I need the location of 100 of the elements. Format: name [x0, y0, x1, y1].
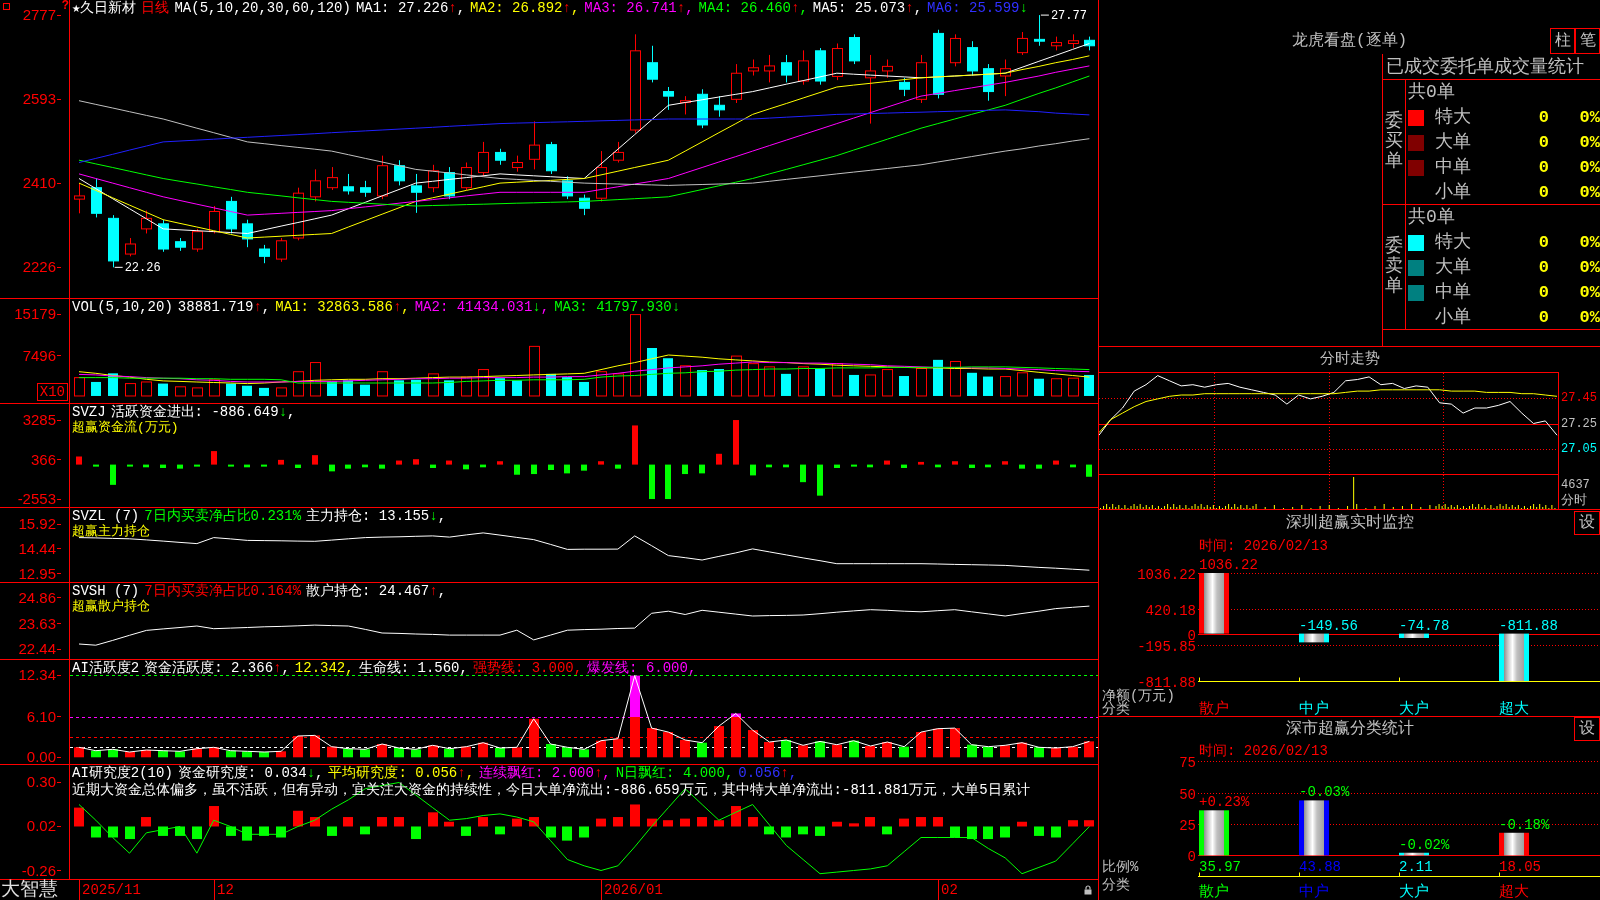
- chart-bar: [1499, 633, 1529, 682]
- fund-flow-bar: [699, 464, 705, 474]
- date-label: 12: [214, 880, 234, 900]
- settings-button[interactable]: 设: [1574, 717, 1600, 741]
- volume-bar: [613, 373, 624, 397]
- candlestick: [226, 196, 237, 234]
- research-bar: [108, 826, 118, 838]
- axis-label: 23.63: [18, 616, 61, 631]
- activity-bar: [983, 746, 993, 758]
- bar-value-label: 35.97: [1199, 859, 1241, 875]
- activity-bar: [882, 742, 892, 758]
- fund-flow-bar: [295, 464, 301, 468]
- fund-flow-bar: [177, 464, 183, 469]
- research-bar: [882, 826, 892, 835]
- settings-button[interactable]: 设: [1574, 511, 1600, 535]
- candlestick: [882, 59, 893, 79]
- research-bar: [327, 826, 337, 836]
- order-count: 0: [1537, 257, 1549, 279]
- fund-flow-bar: [649, 464, 655, 500]
- price-annotation: 22.26: [114, 261, 161, 276]
- fund-flow-bar: [1002, 461, 1008, 465]
- fund-flow-bar: [952, 461, 958, 465]
- fund-flow-bar: [834, 464, 840, 468]
- volume-bar: [461, 376, 472, 397]
- research-bar: [360, 826, 370, 835]
- order-size-label: 特大: [1435, 231, 1472, 254]
- chart-bar: [1399, 633, 1429, 638]
- fund-flow-bar: [312, 455, 318, 465]
- order-count: 0: [1537, 132, 1549, 154]
- legend-item: SVZL (7): [72, 508, 140, 524]
- order-size-label: 中单: [1435, 156, 1472, 179]
- candlestick: [849, 33, 860, 65]
- axis-label: 22.44: [18, 642, 61, 657]
- order-count: 0: [1537, 232, 1549, 254]
- activity-bar: [1000, 745, 1010, 758]
- volume-bar: [882, 369, 893, 397]
- volume-bar: [343, 380, 353, 396]
- chart-bar: [1199, 810, 1229, 856]
- brand-name: 大智慧: [1, 880, 58, 900]
- research-bar: [832, 821, 842, 827]
- candlestick: [832, 43, 843, 81]
- activity-bar: [192, 748, 202, 758]
- activity-bar: [428, 745, 438, 758]
- legend-item: MA3: 26.741↑,: [584, 0, 694, 16]
- activity-bar: [596, 740, 606, 758]
- candlestick: [360, 180, 371, 198]
- activity-bar: [478, 742, 488, 758]
- fund-flow-bar: [1036, 464, 1042, 469]
- research-bar: [764, 826, 774, 835]
- activity-bar: [411, 749, 421, 758]
- candlestick: [680, 95, 691, 115]
- axis-label: 0.02: [26, 819, 61, 834]
- research-bar: [141, 817, 151, 827]
- activity-bar: [360, 749, 370, 758]
- change-label: +0.23%: [1199, 794, 1250, 811]
- research-bar: [815, 826, 825, 836]
- axis-label: 0.00: [26, 750, 61, 764]
- volume-bar: [411, 379, 421, 396]
- volume-bar: [394, 380, 404, 396]
- timestamp: 时间: 2026/02/13: [1199, 743, 1328, 759]
- lock-icon[interactable]: [1084, 885, 1092, 895]
- research-bar: [74, 807, 84, 827]
- activity-bar: [1068, 746, 1078, 758]
- chart-mode-button[interactable]: 笔: [1575, 28, 1600, 54]
- fund-flow-bar: [632, 425, 638, 465]
- fund-flow-bar: [867, 464, 873, 468]
- order-percent: 0%: [1578, 232, 1600, 254]
- volume-bar: [1034, 378, 1044, 396]
- activity-bar: [748, 730, 758, 758]
- bar-value-label: 43.88: [1299, 859, 1341, 875]
- axis-label: 4637: [1561, 478, 1590, 492]
- axis-label: 15.92: [18, 517, 61, 532]
- candlestick: [697, 88, 708, 129]
- panel-title: 龙虎看盘(逐单): [1291, 31, 1408, 51]
- indicator-subtitle: 超赢资金流(万元): [72, 420, 179, 436]
- chart-bar: [1299, 800, 1329, 856]
- legend-item: N日飘红: 4.000,: [615, 765, 734, 781]
- activity-bar: [377, 744, 387, 758]
- legend-item: MA1: 27.226↑,: [355, 0, 466, 16]
- fund-flow-bar: [750, 464, 756, 476]
- research-bar: [546, 826, 556, 838]
- candlestick: [1068, 33, 1079, 49]
- volume-bar: [983, 376, 993, 396]
- activity-bar: [832, 744, 842, 758]
- chart-mode-button[interactable]: 柱: [1550, 28, 1575, 54]
- legend-item: 生命线: 1.560,: [358, 660, 468, 676]
- fund-flow-bar: [463, 464, 469, 470]
- volume-bar: [1084, 374, 1094, 396]
- axis-label: 27.45: [1561, 390, 1597, 405]
- activity-bar: [579, 749, 589, 758]
- activity-bar: [933, 728, 943, 758]
- candlestick: [242, 219, 253, 248]
- fund-flow-bar: [396, 460, 402, 465]
- research-bar: [293, 810, 303, 827]
- research-bar: [209, 806, 219, 827]
- activity-bar: [815, 741, 825, 758]
- axis-label: 50: [1179, 786, 1196, 803]
- research-bar: [394, 817, 404, 827]
- research-bar: [731, 806, 741, 827]
- legend-item: VOL(5,10,20): [72, 299, 173, 315]
